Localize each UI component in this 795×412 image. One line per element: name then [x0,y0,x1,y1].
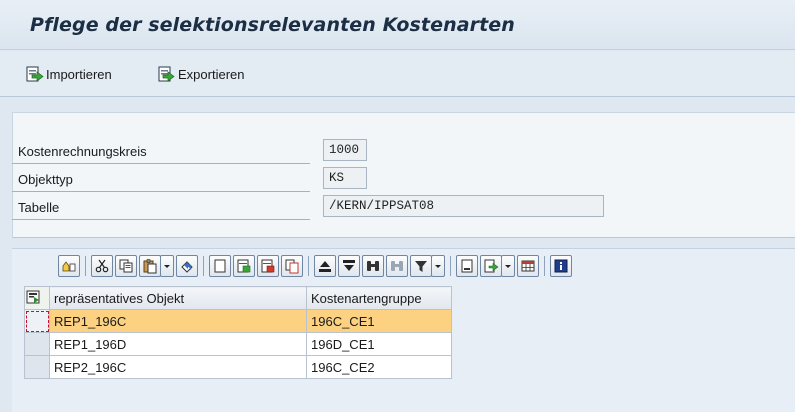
table-row[interactable]: REP1_196D 196D_CE1 [24,332,452,356]
table-cell[interactable]: 196D_CE1 [306,332,452,356]
toolbar-separator [203,256,204,276]
export-label: Exportieren [178,66,245,82]
sort-ascending-icon[interactable] [314,255,336,277]
export-dropdown-icon[interactable] [501,255,515,277]
table-cell[interactable]: 196C_CE2 [306,355,452,379]
table-row[interactable]: REP2_196C 196C_CE2 [24,355,452,379]
table-cell[interactable]: REP2_196C [49,355,307,379]
object-type-field[interactable]: KS [323,167,367,189]
new-row-icon[interactable] [209,255,231,277]
data-grid: repräsentatives Objekt Kostenartengruppe… [24,286,452,379]
controlling-area-label: Kostenrechnungskreis [18,144,147,159]
object-type-label: Objekttyp [18,172,73,187]
table-row[interactable]: REP1_196C 196C_CE1 [24,309,452,333]
row-selector[interactable] [24,332,50,356]
undo-icon[interactable] [176,255,198,277]
import-label: Importieren [46,66,112,82]
page-title: Pflege der selektionsrelevanten Kostenar… [30,14,515,36]
controlling-area-field[interactable]: 1000 [323,139,367,161]
paste-icon[interactable] [139,255,161,277]
duplicate-row-icon[interactable] [281,255,303,277]
import-icon [26,65,44,83]
layout-icon[interactable] [517,255,539,277]
row-selector[interactable] [24,309,50,333]
find-next-icon[interactable] [386,255,408,277]
export-icon [158,65,176,83]
field-row-controlling-area: Kostenrechnungskreis [12,140,310,164]
export-list-icon[interactable] [480,255,502,277]
import-button[interactable]: Importieren [26,63,112,85]
table-label: Tabelle [18,200,60,215]
table-cell[interactable]: 196C_CE1 [306,309,452,333]
details-icon[interactable] [58,255,80,277]
export-button[interactable]: Exportieren [158,63,244,85]
field-row-object-type: Objekttyp [12,168,310,192]
print-icon[interactable] [456,255,478,277]
title-bar: Pflege der selektionsrelevanten Kostenar… [0,0,795,50]
grid-header-row: repräsentatives Objekt Kostenartengruppe [24,286,452,310]
field-row-table: Tabelle [12,196,310,220]
table-field[interactable]: /KERN/IPPSAT08 [323,195,604,217]
filter-dropdown-icon[interactable] [431,255,445,277]
select-all-cell[interactable] [24,286,50,310]
table-cell[interactable]: REP1_196C [49,309,307,333]
row-selector[interactable] [24,355,50,379]
cut-icon[interactable] [91,255,113,277]
find-icon[interactable] [362,255,384,277]
grid-toolbar [58,253,574,279]
toolbar-separator [450,256,451,276]
insert-row-icon[interactable] [233,255,255,277]
toolbar-separator [544,256,545,276]
toolbar-separator [308,256,309,276]
info-icon[interactable] [550,255,572,277]
delete-row-icon[interactable] [257,255,279,277]
select-all-icon [26,290,40,303]
copy-icon[interactable] [115,255,137,277]
table-cell[interactable]: REP1_196D [49,332,307,356]
application-toolbar: Importieren Exportieren [0,51,795,97]
column-header[interactable]: repräsentatives Objekt [49,286,307,310]
toolbar-separator [85,256,86,276]
sort-descending-icon[interactable] [338,255,360,277]
column-header[interactable]: Kostenartengruppe [306,286,452,310]
paste-dropdown-icon[interactable] [160,255,174,277]
filter-icon[interactable] [410,255,432,277]
